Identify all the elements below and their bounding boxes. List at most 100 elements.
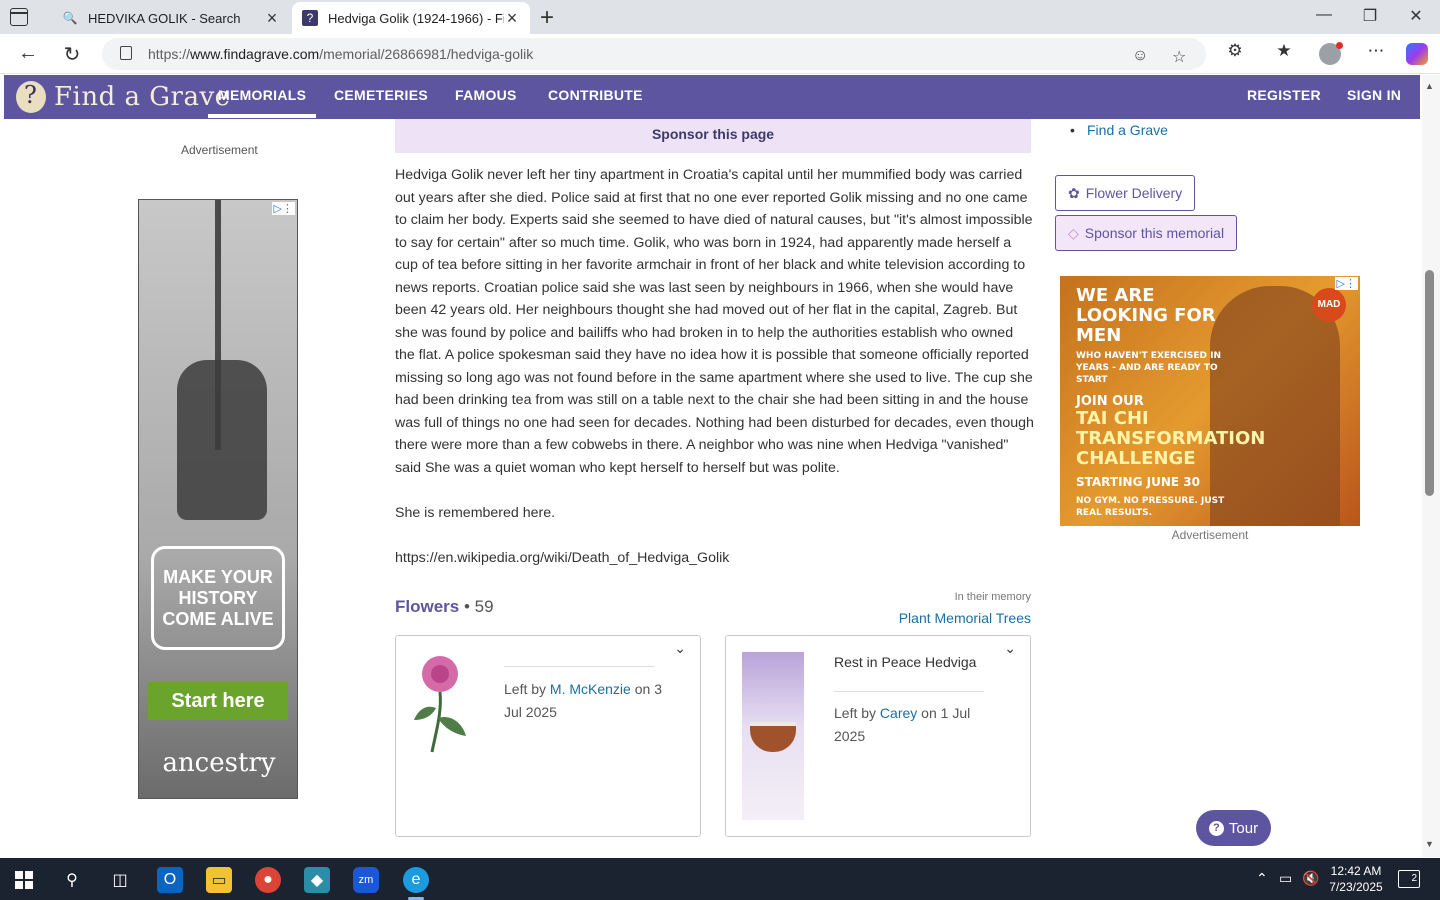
browser-tab-memorial[interactable]: ? Hedviga Golik (1924-1966) - Find a Gra… [292, 2, 530, 34]
scrollbar-thumb[interactable] [1425, 270, 1434, 496]
adchoices-icon[interactable]: ▷⋮ [1334, 277, 1358, 290]
chevron-down-icon[interactable]: ⌄ [1004, 640, 1016, 657]
left-by-label: Left by [504, 681, 547, 697]
scroll-up-icon[interactable]: ▲ [1425, 81, 1434, 91]
sidebar-findagrave-link[interactable]: Find a Grave [1070, 122, 1168, 138]
ad-headline: MAKE YOUR HISTORY COME ALIVE [151, 546, 285, 650]
sponsor-page-link[interactable]: Sponsor this page [395, 126, 1031, 142]
diamond-icon: ◇ [1068, 224, 1079, 241]
sponsor-memorial-label: Sponsor this memorial [1084, 225, 1225, 241]
windows-taskbar: ⚲ ◫ O ▭ ● ◆ zm e ⌃ ▭ 🔇 12:42 AM 7/23/202… [0, 858, 1440, 900]
flowers-heading[interactable]: Flowers • 59 [395, 597, 494, 617]
flower-delivery-button[interactable]: ✿ Flower Delivery [1055, 175, 1196, 211]
tab-title: HEDVIKA GOLIK - Search [88, 10, 241, 26]
minimize-icon[interactable]: — [1301, 6, 1347, 24]
logo-text: Find a Grave [54, 82, 231, 112]
restore-icon[interactable]: ❐ [1347, 6, 1393, 26]
copilot-icon[interactable] [1406, 43, 1428, 65]
reader-icon[interactable]: ☺ [1132, 47, 1148, 65]
windows-start-icon[interactable] [15, 871, 33, 889]
chrome-icon[interactable]: ● [255, 867, 281, 893]
ad-image-figure [177, 360, 267, 520]
chevron-down-icon[interactable]: ⌄ [674, 640, 686, 657]
ad-line: TAI CHI TRANSFORMATION CHALLENGE [1076, 408, 1266, 469]
nav-sign-in[interactable]: SIGN IN [1347, 87, 1401, 103]
url-prefix: https:// [148, 46, 191, 62]
task-view-icon[interactable]: ◫ [107, 867, 133, 893]
bio-paragraph: Hedviga Golik never left her tiny apartm… [395, 167, 1034, 476]
ad-cta-button[interactable]: Start here [148, 682, 288, 720]
notification-icon[interactable]: 2 [1398, 870, 1420, 888]
flower-icon: ✿ [1068, 184, 1080, 201]
logo-icon [16, 81, 46, 113]
scroll-down-icon[interactable]: ▼ [1425, 839, 1434, 849]
flower-author-link[interactable]: Carey [880, 705, 917, 721]
nav-famous[interactable]: FAMOUS [455, 87, 517, 103]
reload-icon[interactable]: ↻ [60, 42, 84, 67]
flower-left-by: Left by Carey on 1 Jul 2025 [834, 702, 994, 747]
clock-time: 12:42 AM [1330, 864, 1382, 878]
nav-memorials[interactable]: MEMORIALS [207, 87, 317, 118]
on-label: on [634, 681, 651, 697]
ad-brand: ancestry [162, 748, 276, 778]
ad-line: NO GYM. NO PRESSURE. JUST REAL RESULTS. [1076, 496, 1225, 518]
browser-tab-bar: 🔍 HEDVIKA GOLIK - Search × ? Hedviga Gol… [0, 0, 1440, 34]
browser-tab-search[interactable]: 🔍 HEDVIKA GOLIK - Search × [52, 2, 290, 34]
clock-date: 7/23/2025 [1329, 880, 1383, 894]
system-clock[interactable]: 12:42 AM 7/23/2025 [1316, 863, 1396, 895]
sponsor-page-banner[interactable]: Sponsor this page [395, 119, 1031, 153]
ad-line: WE ARE LOOKING FOR MEN [1076, 285, 1216, 346]
teacup-image [742, 652, 804, 820]
profile-badge [1336, 42, 1343, 49]
more-menu-icon[interactable]: ⋯ [1363, 41, 1389, 61]
favorite-star-icon[interactable]: ☆ [1172, 47, 1186, 67]
memorial-bio: Hedviga Golik never left her tiny apartm… [395, 164, 1035, 592]
findagrave-logo[interactable]: Find a Grave [16, 77, 231, 117]
flower-author-link[interactable]: M. McKenzie [550, 681, 631, 697]
ad-line: JOIN OUR [1076, 394, 1144, 409]
url-path: /memorial/26866981/hedviga-golik [319, 46, 534, 62]
close-tab-icon[interactable]: × [504, 8, 520, 29]
app-icon[interactable]: ◆ [304, 867, 330, 893]
outlook-icon[interactable]: O [157, 867, 183, 893]
file-explorer-icon[interactable]: ▭ [206, 867, 232, 893]
right-ad[interactable]: MAD ▷⋮ WE ARE LOOKING FOR MEN WHO HAVEN'… [1060, 276, 1360, 526]
extensions-icon[interactable]: ⚙ [1222, 41, 1248, 61]
zoom-icon[interactable]: zm [353, 867, 379, 893]
network-icon[interactable]: ▭ [1279, 870, 1292, 887]
flowers-separator: • [463, 597, 470, 616]
ad-badge: MAD [1312, 288, 1346, 322]
site-info-icon[interactable] [120, 46, 132, 60]
flower-left-by: Left by M. McKenzie on 3 Jul 2025 [504, 678, 664, 723]
back-icon[interactable]: ← [16, 42, 40, 65]
left-ad-label: Advertisement [181, 143, 258, 157]
favorites-icon[interactable]: ★ [1271, 41, 1297, 61]
nav-register[interactable]: REGISTER [1247, 87, 1321, 103]
flower-message: Rest in Peace Hedviga [834, 654, 977, 670]
nav-contribute[interactable]: CONTRIBUTE [548, 87, 643, 103]
search-icon: 🔍 [62, 11, 78, 25]
tab-actions-icon[interactable] [10, 8, 28, 26]
close-window-icon[interactable]: ✕ [1393, 6, 1439, 26]
edge-icon[interactable]: e [403, 867, 429, 893]
left-skyscraper-ad[interactable]: ▷⋮ MAKE YOUR HISTORY COME ALIVE Start he… [138, 199, 298, 799]
chevron-up-icon[interactable]: ⌃ [1256, 870, 1268, 887]
plant-memorial-trees-link[interactable]: Plant Memorial Trees [850, 610, 1031, 626]
flower-card: ⌄ Rest in Peace Hedviga Left by Carey on… [725, 635, 1031, 837]
url-field[interactable]: https://www.findagrave.com/memorial/2686… [102, 38, 1206, 70]
page-scrollbar[interactable]: ▲ ▼ [1422, 75, 1440, 857]
flowers-count: 59 [474, 597, 494, 616]
flower-delivery-label: Flower Delivery [1085, 185, 1183, 201]
new-tab-icon[interactable]: + [540, 4, 554, 32]
page-viewport: Find a Grave MEMORIALS CEMETERIES FAMOUS… [0, 75, 1422, 857]
adchoices-icon[interactable]: ▷⋮ [271, 202, 295, 215]
card-divider [834, 691, 984, 692]
close-tab-icon[interactable]: × [264, 8, 280, 29]
search-icon[interactable]: ⚲ [59, 867, 85, 893]
tour-button[interactable]: ? Tour [1196, 810, 1271, 846]
ad-line: STARTING JUNE 30 [1076, 475, 1200, 489]
help-icon: ? [1208, 820, 1224, 836]
sponsor-memorial-button[interactable]: ◇ Sponsor this memorial [1055, 215, 1238, 251]
nav-cemeteries[interactable]: CEMETERIES [334, 87, 428, 103]
url-host: www.findagrave.com [190, 46, 320, 62]
